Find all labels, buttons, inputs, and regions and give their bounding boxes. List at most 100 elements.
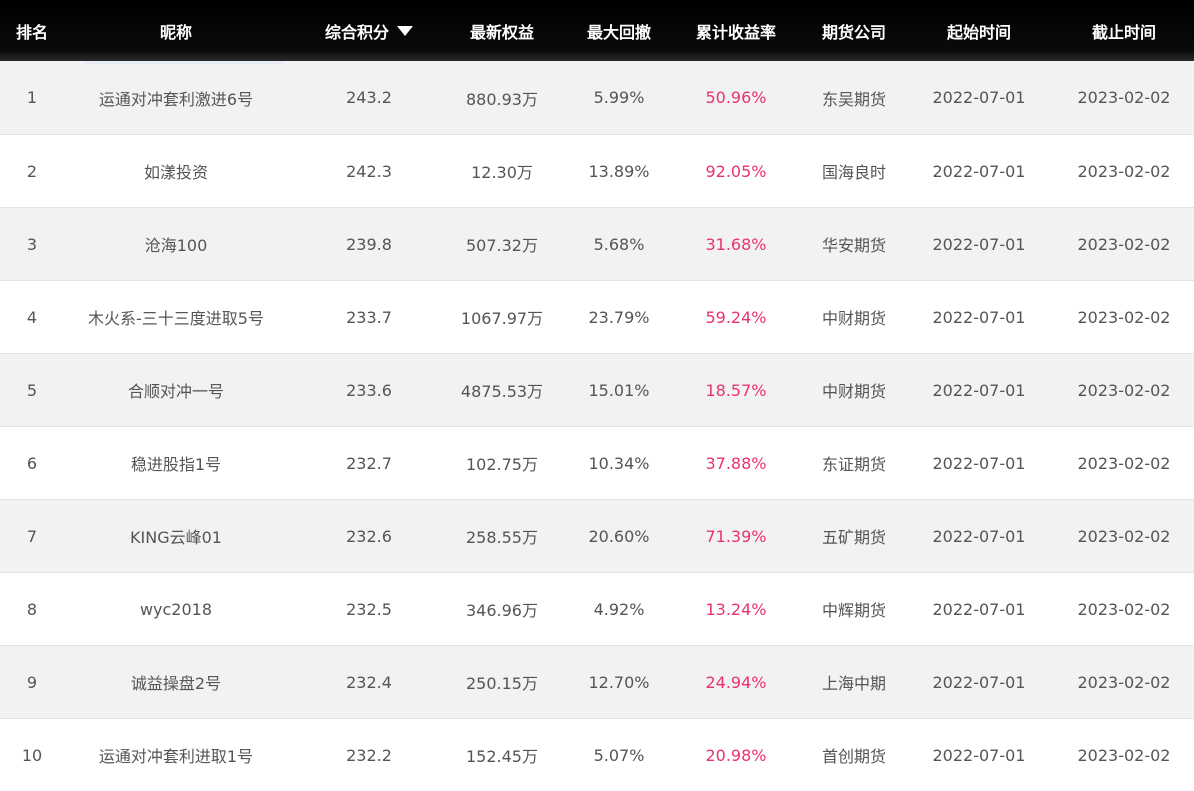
cell-cum-return: 20.98% — [705, 745, 767, 765]
cell-cum-return: 50.96% — [705, 88, 767, 107]
cell-rank: 6 — [26, 453, 38, 473]
cell-score: 232.2 — [346, 745, 392, 765]
cell-equity: 4875.53万 — [460, 382, 544, 401]
cell-start-date: 2022-07-01 — [932, 307, 1026, 327]
cell-end-date: 2023-02-02 — [1077, 234, 1171, 254]
cell-end-date: 2023-02-02 — [1077, 88, 1171, 107]
cell-max-drawdown: 10.34% — [588, 453, 650, 473]
cell-score: 242.3 — [346, 161, 392, 181]
cell-broker: 华安期货 — [821, 236, 886, 255]
cell-broker: 中财期货 — [821, 309, 886, 328]
cell-cum-return: 24.94% — [705, 672, 767, 692]
cell-nickname[interactable]: 木火系-三十三度进取5号 — [64, 305, 304, 329]
header-max-drawdown: 最大回撤 — [586, 22, 651, 42]
cell-start-date: 2022-07-01 — [932, 672, 1026, 692]
cell-start-date: 2022-07-01 — [932, 234, 1026, 254]
cell-max-drawdown: 5.99% — [593, 88, 645, 107]
cell-cum-return: 92.05% — [705, 161, 767, 181]
cell-equity: 1067.97万 — [460, 309, 544, 328]
cell-start-date: 2022-07-01 — [932, 161, 1026, 181]
cell-max-drawdown: 5.07% — [593, 745, 645, 765]
cell-end-date: 2023-02-02 — [1077, 672, 1171, 692]
cell-broker: 五矿期货 — [821, 528, 886, 547]
cell-end-date: 2023-02-02 — [1077, 161, 1171, 181]
table-body: 1 运通对冲套利激进6号 243.2 880.93万 5.99% 50.96% … — [0, 61, 1194, 791]
header-start-date: 起始时间 — [946, 22, 1011, 42]
cell-equity: 880.93万 — [466, 89, 538, 109]
cell-end-date: 2023-02-02 — [1077, 599, 1171, 619]
cell-equity: 507.32万 — [466, 236, 538, 255]
cell-rank: 2 — [26, 161, 38, 181]
cell-start-date: 2022-07-01 — [932, 745, 1026, 765]
cell-end-date: 2023-02-02 — [1077, 526, 1171, 546]
cell-broker: 东吴期货 — [821, 89, 886, 109]
cell-max-drawdown: 20.60% — [588, 526, 650, 546]
cell-score: 232.7 — [346, 453, 392, 473]
cell-nickname[interactable]: wyc2018 — [64, 600, 304, 619]
cell-max-drawdown: 13.89% — [588, 161, 650, 181]
cell-max-drawdown: 23.79% — [588, 307, 650, 327]
header-equity: 最新权益 — [469, 22, 534, 42]
table-row[interactable]: 6 稳进股指1号 232.7 102.75万 10.34% 37.88% 东证期… — [0, 426, 1194, 499]
cell-cum-return: 13.24% — [705, 599, 767, 619]
cell-equity: 258.55万 — [466, 528, 538, 547]
table-row[interactable]: 5 合顺对冲一号 233.6 4875.53万 15.01% 18.57% 中财… — [0, 353, 1194, 426]
header-broker: 期货公司 — [821, 22, 886, 42]
table-row[interactable]: 10 运通对冲套利进取1号 232.2 152.45万 5.07% 20.98%… — [0, 718, 1194, 791]
cell-cum-return: 59.24% — [705, 307, 767, 327]
cell-rank: 4 — [26, 307, 38, 327]
cell-score: 243.2 — [346, 88, 392, 107]
cell-nickname[interactable]: 稳进股指1号 — [64, 451, 304, 475]
cell-cum-return: 37.88% — [705, 453, 767, 473]
header-nickname: 昵称 — [159, 22, 192, 42]
cell-cum-return: 18.57% — [705, 380, 767, 400]
header-end-date: 截止时间 — [1091, 22, 1156, 42]
cell-nickname[interactable]: KING云峰01 — [64, 524, 304, 548]
cell-score: 233.7 — [346, 307, 392, 327]
cell-nickname[interactable]: 如漾投资 — [64, 159, 304, 183]
cell-score: 239.8 — [346, 234, 392, 254]
header-score-sortable[interactable]: 综合积分 — [304, 19, 434, 43]
cell-end-date: 2023-02-02 — [1077, 380, 1171, 400]
sort-desc-triangle-icon[interactable] — [397, 26, 413, 36]
cell-start-date: 2022-07-01 — [932, 453, 1026, 473]
header-cum-return: 累计收益率 — [695, 22, 776, 42]
cell-start-date: 2022-07-01 — [932, 599, 1026, 619]
cell-rank: 7 — [26, 526, 38, 546]
table-row[interactable]: 9 诚益操盘2号 232.4 250.15万 12.70% 24.94% 上海中… — [0, 645, 1194, 718]
cell-end-date: 2023-02-02 — [1077, 745, 1171, 765]
cell-cum-return: 31.68% — [705, 234, 767, 254]
cell-equity: 102.75万 — [466, 455, 538, 474]
nickname-column-highlight — [84, 61, 284, 64]
cell-rank: 1 — [26, 88, 38, 107]
table-row[interactable]: 7 KING云峰01 232.6 258.55万 20.60% 71.39% 五… — [0, 499, 1194, 572]
cell-equity: 12.30万 — [471, 163, 533, 182]
cell-cum-return: 71.39% — [705, 526, 767, 546]
cell-broker: 上海中期 — [821, 674, 886, 693]
table-row[interactable]: 4 木火系-三十三度进取5号 233.7 1067.97万 23.79% 59.… — [0, 280, 1194, 353]
cell-broker: 中辉期货 — [821, 601, 886, 620]
table-row[interactable]: 3 沧海100 239.8 507.32万 5.68% 31.68% 华安期货 … — [0, 207, 1194, 280]
cell-score: 232.4 — [346, 672, 392, 692]
cell-nickname[interactable]: 运通对冲套利进取1号 — [64, 743, 304, 767]
cell-end-date: 2023-02-02 — [1077, 453, 1171, 473]
cell-nickname[interactable]: 诚益操盘2号 — [64, 670, 304, 694]
table-row[interactable]: 2 如漾投资 242.3 12.30万 13.89% 92.05% 国海良时 2… — [0, 134, 1194, 207]
cell-nickname[interactable]: 沧海100 — [64, 232, 304, 256]
cell-nickname[interactable]: 合顺对冲一号 — [64, 378, 304, 402]
cell-broker: 中财期货 — [821, 382, 886, 401]
table-row[interactable]: 1 运通对冲套利激进6号 243.2 880.93万 5.99% 50.96% … — [0, 61, 1194, 134]
cell-broker: 东证期货 — [821, 455, 886, 474]
ranking-table: 排名 昵称 综合积分 最新权益 最大回撤 累计收益率 期货公司 起始时间 截止时… — [0, 0, 1194, 791]
cell-nickname[interactable]: 运通对冲套利激进6号 — [64, 86, 304, 110]
table-row[interactable]: 8 wyc2018 232.5 346.96万 4.92% 13.24% 中辉期… — [0, 572, 1194, 645]
cell-start-date: 2022-07-01 — [932, 380, 1026, 400]
cell-max-drawdown: 5.68% — [593, 234, 645, 254]
table-header: 排名 昵称 综合积分 最新权益 最大回撤 累计收益率 期货公司 起始时间 截止时… — [0, 0, 1194, 61]
cell-broker: 首创期货 — [821, 747, 886, 766]
header-rank: 排名 — [15, 22, 48, 42]
cell-start-date: 2022-07-01 — [932, 526, 1026, 546]
cell-score: 232.6 — [346, 526, 392, 546]
cell-max-drawdown: 15.01% — [588, 380, 650, 400]
cell-rank: 3 — [26, 234, 38, 254]
